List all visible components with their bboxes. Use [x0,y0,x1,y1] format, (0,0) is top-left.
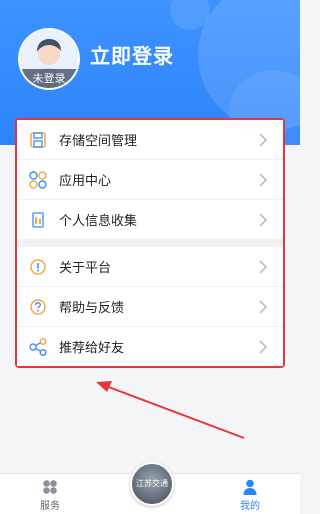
tab-mine[interactable]: 我的 [220,474,280,514]
center-logo-button[interactable]: 江苏交通 [130,462,174,506]
services-icon [43,480,57,494]
bottom-tab-bar: 服务 江苏交通 我的 [0,462,300,514]
annotation-arrow [96,381,245,439]
user-icon [243,479,257,495]
tab-label: 服务 [40,501,60,512]
tab-label: 我的 [240,501,260,512]
tab-services[interactable]: 服务 [20,474,80,514]
